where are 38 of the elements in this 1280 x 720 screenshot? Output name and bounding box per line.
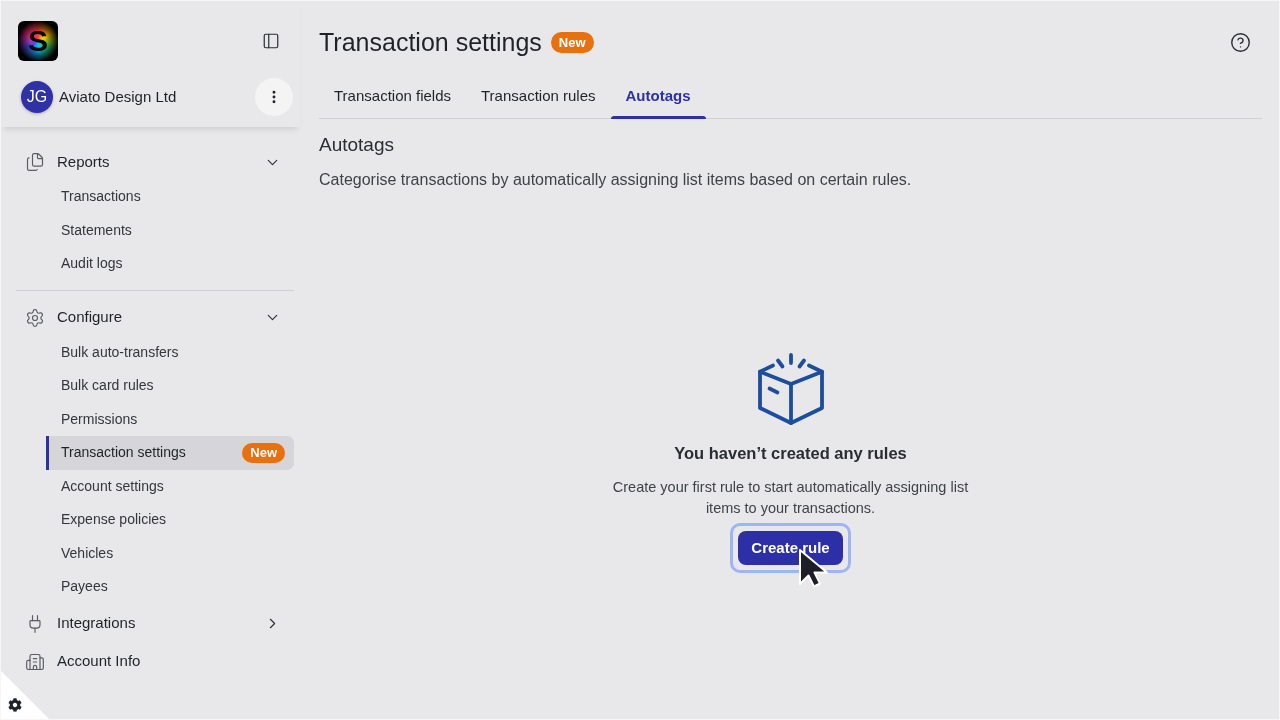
tab[interactable]: Transaction rules [466, 75, 611, 118]
help-icon [1229, 31, 1251, 53]
nav-group-item[interactable]: Configure [16, 299, 294, 336]
new-badge: New [242, 442, 285, 463]
nav-subitem[interactable]: Bulk auto-transfers [46, 335, 294, 369]
nav-group-item[interactable]: Account Info [16, 643, 294, 680]
section-description: Categorise transactions by automatically assigning list items based on certain rules. [319, 170, 913, 190]
tab[interactable]: Transaction fields [319, 75, 466, 118]
nav-subitem[interactable]: Vehicles [46, 536, 294, 570]
tab[interactable]: Autotags [610, 75, 706, 118]
nav-subitem[interactable]: Permissions [46, 402, 294, 436]
create-rule-button[interactable]: Create rule [738, 531, 843, 565]
avatar: JG [21, 81, 53, 113]
settings-icon [8, 698, 22, 712]
nav-subitem[interactable]: Transactions [46, 180, 294, 214]
open-box-icon [757, 353, 824, 425]
sidebar-toggle-icon [262, 32, 280, 50]
sidebar-toggle-button[interactable] [261, 31, 281, 51]
new-badge: New [550, 31, 594, 53]
nav-group-item[interactable]: Integrations [16, 605, 294, 642]
account-name: Aviato Design Ltd [59, 86, 177, 107]
section-heading: Autotags [319, 133, 395, 157]
app-logo: S [18, 21, 58, 61]
nav-subitem[interactable]: Transaction settings New [46, 436, 294, 470]
nav-subitem[interactable]: Statements [46, 213, 294, 247]
nav-subitem[interactable]: Bulk card rules [46, 369, 294, 403]
empty-state-title: You haven’t created any rules [674, 443, 907, 464]
nav-subitem[interactable]: Account settings [46, 469, 294, 503]
building-icon [25, 651, 45, 672]
nav-subitem[interactable]: Payees [46, 570, 294, 604]
nav-subitem[interactable]: Audit logs [46, 247, 294, 281]
page-title: Transaction settings [319, 27, 542, 58]
gear-icon [25, 307, 45, 328]
nav-group-item[interactable]: Reports [16, 144, 294, 180]
nav-subitem[interactable]: Expense policies [46, 503, 294, 537]
documents-icon [25, 152, 45, 172]
empty-state-text: Create your first rule to start automatically assigning list items to your transactions. [611, 478, 970, 518]
help-button[interactable] [1229, 31, 1251, 53]
